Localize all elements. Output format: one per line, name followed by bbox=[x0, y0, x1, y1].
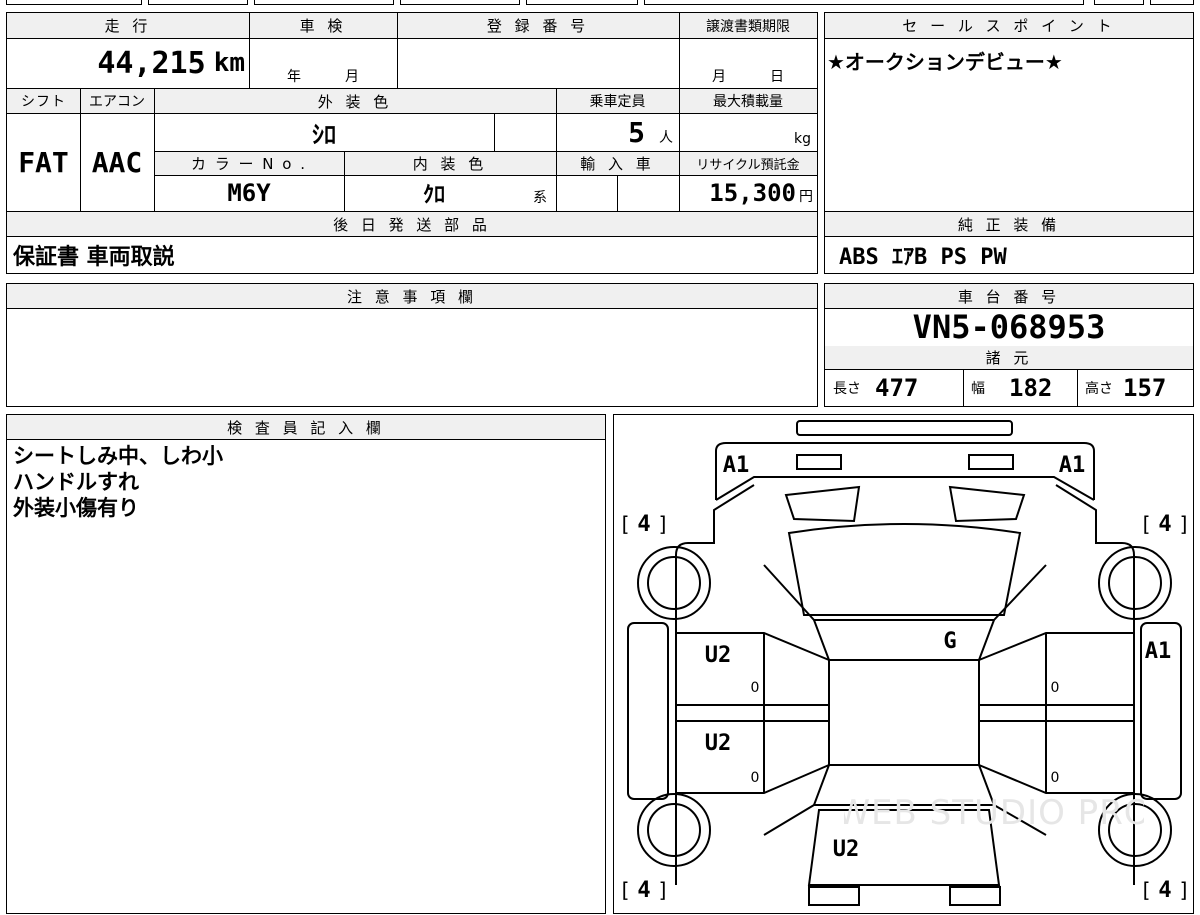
top-stub bbox=[400, 0, 520, 5]
exterior-color-value: ｼﾛ bbox=[312, 120, 336, 149]
interior-color-header: 内 装 色 bbox=[344, 151, 556, 175]
mark-zero: 0 bbox=[1050, 680, 1060, 696]
top-stub bbox=[1094, 0, 1144, 5]
damage-diagram: A1 A1 [4] [4] [4] [4] G A1 U2 U2 U2 0 0 … bbox=[613, 414, 1194, 914]
top-stub bbox=[6, 0, 142, 5]
spec-height-label: 高さ bbox=[1085, 381, 1113, 397]
recycle-fee-cell: 15,300 円 bbox=[679, 175, 817, 211]
aircon-header: エアコン bbox=[80, 89, 154, 113]
inspector-note: 外装小傷有り bbox=[13, 496, 139, 520]
later-parts-header: 後 日 発 送 部 品 bbox=[7, 212, 817, 236]
tire-fr-value: 4 bbox=[1158, 511, 1172, 537]
mileage-cell: 44,215 km bbox=[7, 38, 249, 88]
chassis-header: 車 台 番 号 bbox=[825, 284, 1193, 308]
mark-zero: 0 bbox=[750, 770, 760, 786]
sales-point-header: セ ー ル ス ポ イ ン ト bbox=[825, 13, 1193, 38]
mark-front-left: A1 bbox=[722, 452, 750, 478]
mark-front-right: A1 bbox=[1058, 452, 1086, 478]
inspector-note: ハンドルすれ bbox=[13, 470, 139, 494]
spec-length: 長さ 477 bbox=[825, 370, 963, 406]
top-stub bbox=[148, 0, 248, 5]
top-stub bbox=[526, 0, 638, 5]
chassis-box: 車 台 番 号 VN5-068953 諸 元 長さ 477 幅 182 高さ 1… bbox=[824, 283, 1194, 407]
mark-windshield: G bbox=[943, 628, 957, 654]
capacity-cell: 5 人 bbox=[556, 113, 679, 151]
tire-rl-value: 4 bbox=[637, 877, 651, 903]
inspector-box: 検 査 員 記 入 欄 シートしみ中、しわ小 ハンドルすれ 外装小傷有り bbox=[6, 414, 606, 914]
top-stub bbox=[254, 0, 394, 5]
capacity-value: 5 bbox=[628, 115, 645, 149]
mileage-header: 走 行 bbox=[7, 13, 249, 38]
sales-point-value: ★オークションデビュー★ bbox=[827, 49, 1063, 74]
exterior-color-header: 外 装 色 bbox=[154, 89, 556, 113]
registration-header: 登 録 番 号 bbox=[397, 13, 679, 38]
spec-height-value: 157 bbox=[1123, 374, 1167, 402]
mark-rear: U2 bbox=[832, 836, 860, 862]
equipment-value: ABS ｴｱB PS PW bbox=[839, 245, 1007, 270]
capacity-unit: 人 bbox=[659, 130, 673, 146]
inspector-notes: シートしみ中、しわ小 ハンドルすれ 外装小傷有り bbox=[13, 443, 223, 521]
spec-length-label: 長さ bbox=[833, 381, 861, 397]
top-stub bbox=[1150, 0, 1194, 5]
shift-value: FAT bbox=[18, 145, 69, 179]
mark-zero: 0 bbox=[750, 680, 760, 696]
transfer-deadline-date: 月 日 bbox=[679, 63, 817, 88]
spec-width-label: 幅 bbox=[971, 381, 985, 397]
recycle-fee-header: リサイクル預託金 bbox=[679, 151, 817, 175]
inspection-month-unit: 月 bbox=[345, 68, 359, 85]
color-no-value: M6Y bbox=[227, 179, 271, 207]
vehicle-info-table: 走 行 車 検 登 録 番 号 譲渡書類期限 44,215 km 年 月 月 日… bbox=[6, 12, 818, 274]
spec-width-value: 182 bbox=[1009, 374, 1053, 402]
mark-left-front-door: U2 bbox=[704, 642, 732, 668]
mark-right-side: A1 bbox=[1144, 638, 1172, 664]
tire-fl-mark: [4] bbox=[621, 511, 667, 537]
aircon-value: AAC bbox=[91, 145, 143, 179]
tire-fl-value: 4 bbox=[637, 511, 651, 537]
mark-left-rear-door: U2 bbox=[704, 730, 732, 756]
mark-zero: 0 bbox=[1050, 770, 1060, 786]
sales-point-box: セ ー ル ス ポ イ ン ト ★オークションデビュー★ bbox=[824, 12, 1194, 212]
capacity-header: 乗車定員 bbox=[556, 89, 679, 113]
spec-height: 高さ 157 bbox=[1077, 370, 1193, 406]
spec-width: 幅 182 bbox=[963, 370, 1077, 406]
shift-header: シフト bbox=[7, 89, 80, 113]
tire-rr-mark: [4] bbox=[1142, 877, 1188, 903]
inspection-year-unit: 年 bbox=[287, 68, 301, 85]
inspection-date: 年 月 bbox=[249, 63, 397, 88]
max-load-header: 最大積載量 bbox=[679, 89, 817, 113]
top-stub bbox=[644, 0, 1084, 5]
mileage-value: 44,215 bbox=[97, 45, 206, 81]
caution-header: 注 意 事 項 欄 bbox=[7, 284, 817, 308]
chassis-number: VN5-068953 bbox=[912, 308, 1106, 346]
caution-box: 注 意 事 項 欄 bbox=[6, 283, 818, 407]
watermark: WEB STUDIO PRO bbox=[844, 793, 1144, 833]
tire-fr-mark: [4] bbox=[1142, 511, 1188, 537]
tire-rr-value: 4 bbox=[1158, 877, 1172, 903]
spec-length-value: 477 bbox=[875, 374, 919, 402]
color-no-header: カ ラ ー N o . bbox=[154, 151, 344, 175]
max-load-unit: kg bbox=[794, 131, 811, 147]
import-header: 輸 入 車 bbox=[556, 151, 679, 175]
interior-color-value: ｸﾛ bbox=[422, 183, 445, 208]
tire-rl-mark: [4] bbox=[621, 877, 667, 903]
inspection-header: 車 検 bbox=[249, 13, 397, 38]
transfer-deadline-header: 譲渡書類期限 bbox=[679, 13, 817, 38]
later-parts-value: 保証書 車両取説 bbox=[13, 244, 175, 270]
recycle-fee-value: 15,300 bbox=[709, 179, 796, 207]
transfer-day-unit: 日 bbox=[770, 68, 784, 85]
inspector-header: 検 査 員 記 入 欄 bbox=[7, 415, 605, 439]
interior-suffix: 系 bbox=[533, 190, 547, 206]
equipment-header: 純 正 装 備 bbox=[825, 212, 1193, 236]
recycle-fee-unit: 円 bbox=[799, 189, 813, 205]
specs-header: 諸 元 bbox=[825, 346, 1193, 369]
mileage-unit: km bbox=[213, 48, 245, 78]
transfer-month-unit: 月 bbox=[712, 68, 726, 85]
equipment-box: 純 正 装 備 ABS ｴｱB PS PW bbox=[824, 211, 1194, 274]
inspector-note: シートしみ中、しわ小 bbox=[13, 444, 223, 468]
